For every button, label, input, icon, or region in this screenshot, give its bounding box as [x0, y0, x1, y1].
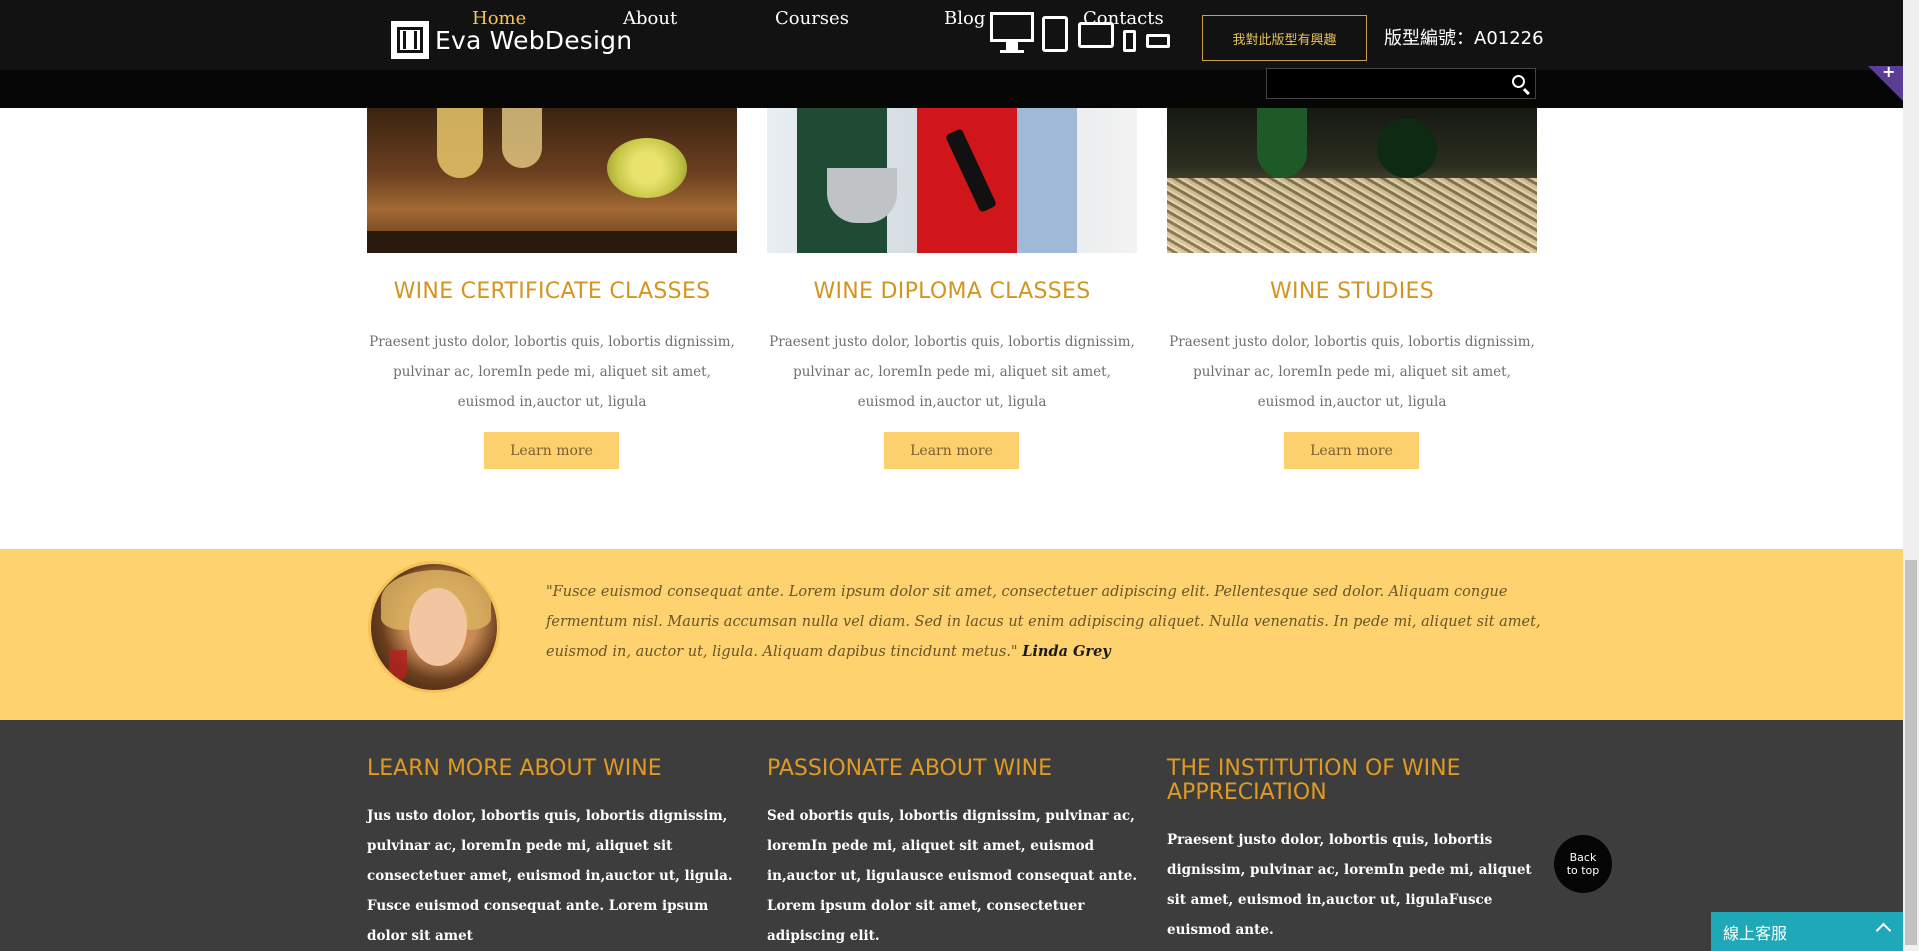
learn-more-button[interactable]: Learn more	[1284, 432, 1419, 469]
chevron-up-icon	[1875, 922, 1892, 939]
main-nav	[0, 70, 1903, 108]
wine-glass-shape	[502, 108, 542, 168]
scrollbar-thumb[interactable]	[1905, 560, 1917, 945]
nav-courses[interactable]: Courses	[775, 0, 849, 38]
card-text: Praesent justo dolor, lobortis quis, lob…	[1169, 334, 1535, 410]
quote-author: Linda Grey	[1022, 643, 1111, 660]
avatar	[368, 561, 500, 693]
card-title: WINE CERTIFICATE CLASSES	[393, 279, 711, 304]
footer-title: THE INSTITUTION OF WINE APPRECIATION	[1167, 756, 1461, 805]
desktop-icon[interactable]	[990, 12, 1034, 42]
desktop-stand-icon	[1006, 42, 1018, 50]
card-title: WINE STUDIES	[1270, 279, 1434, 304]
nav-about[interactable]: About	[623, 0, 677, 38]
plus-icon[interactable]: +	[1882, 62, 1895, 81]
wine-bottles-straw-image	[1167, 108, 1537, 253]
search-input[interactable]	[1266, 68, 1536, 99]
nav-blog[interactable]: Blog	[944, 0, 985, 38]
footer-title: LEARN MORE ABOUT WINE	[367, 756, 662, 781]
learn-more-button[interactable]: Learn more	[484, 432, 619, 469]
interest-button[interactable]: 我對此版型有興趣	[1202, 15, 1367, 61]
footer-text: Jus usto dolor, lobortis quis, lobortis …	[367, 808, 733, 944]
footer-text: Praesent justo dolor, lobortis quis, lob…	[1167, 832, 1532, 938]
learn-more-button[interactable]: Learn more	[884, 432, 1019, 469]
nav-home[interactable]: Home	[472, 0, 526, 38]
straw	[1167, 178, 1537, 253]
card-title: WINE DIPLOMA CLASSES	[813, 279, 1091, 304]
live-chat-button[interactable]: 線上客服	[1711, 912, 1903, 951]
template-number: 版型編號：A01226	[1384, 28, 1544, 49]
wine-glasses-grapes-image	[367, 108, 737, 253]
footer-text: Sed obortis quis, lobortis dignissim, pu…	[767, 808, 1138, 944]
search-icon[interactable]	[1512, 75, 1525, 88]
back-to-top-label: Back to top	[1566, 851, 1600, 877]
card-text: Praesent justo dolor, lobortis quis, lob…	[369, 334, 735, 410]
nav-contacts[interactable]: Contacts	[1083, 0, 1164, 38]
avatar-face	[409, 588, 467, 666]
logo-text: Eva WebDesign	[435, 25, 633, 55]
bottle-green	[1257, 108, 1307, 178]
card-text: Praesent justo dolor, lobortis quis, lob…	[769, 334, 1135, 410]
footer-title: PASSIONATE ABOUT WINE	[767, 756, 1052, 781]
avatar-wine-glass	[389, 650, 407, 680]
desktop-base-icon	[1000, 50, 1024, 53]
back-to-top-button[interactable]: Back to top	[1554, 835, 1612, 893]
tablet-portrait-icon[interactable]	[1042, 16, 1068, 52]
logo-mark-icon	[391, 21, 429, 59]
ice-bucket	[827, 168, 897, 223]
bottle-green	[1377, 118, 1437, 178]
testimonial-quote: "Fusce euismod consequat ante. Lorem ips…	[546, 577, 1546, 667]
wine-class-people-image	[767, 108, 1137, 253]
chat-label: 線上客服	[1723, 923, 1788, 943]
person-shirt-blue	[1017, 108, 1077, 253]
wine-glass-shape	[437, 108, 483, 178]
table-edge	[367, 231, 737, 253]
grapes-shape	[607, 138, 687, 198]
